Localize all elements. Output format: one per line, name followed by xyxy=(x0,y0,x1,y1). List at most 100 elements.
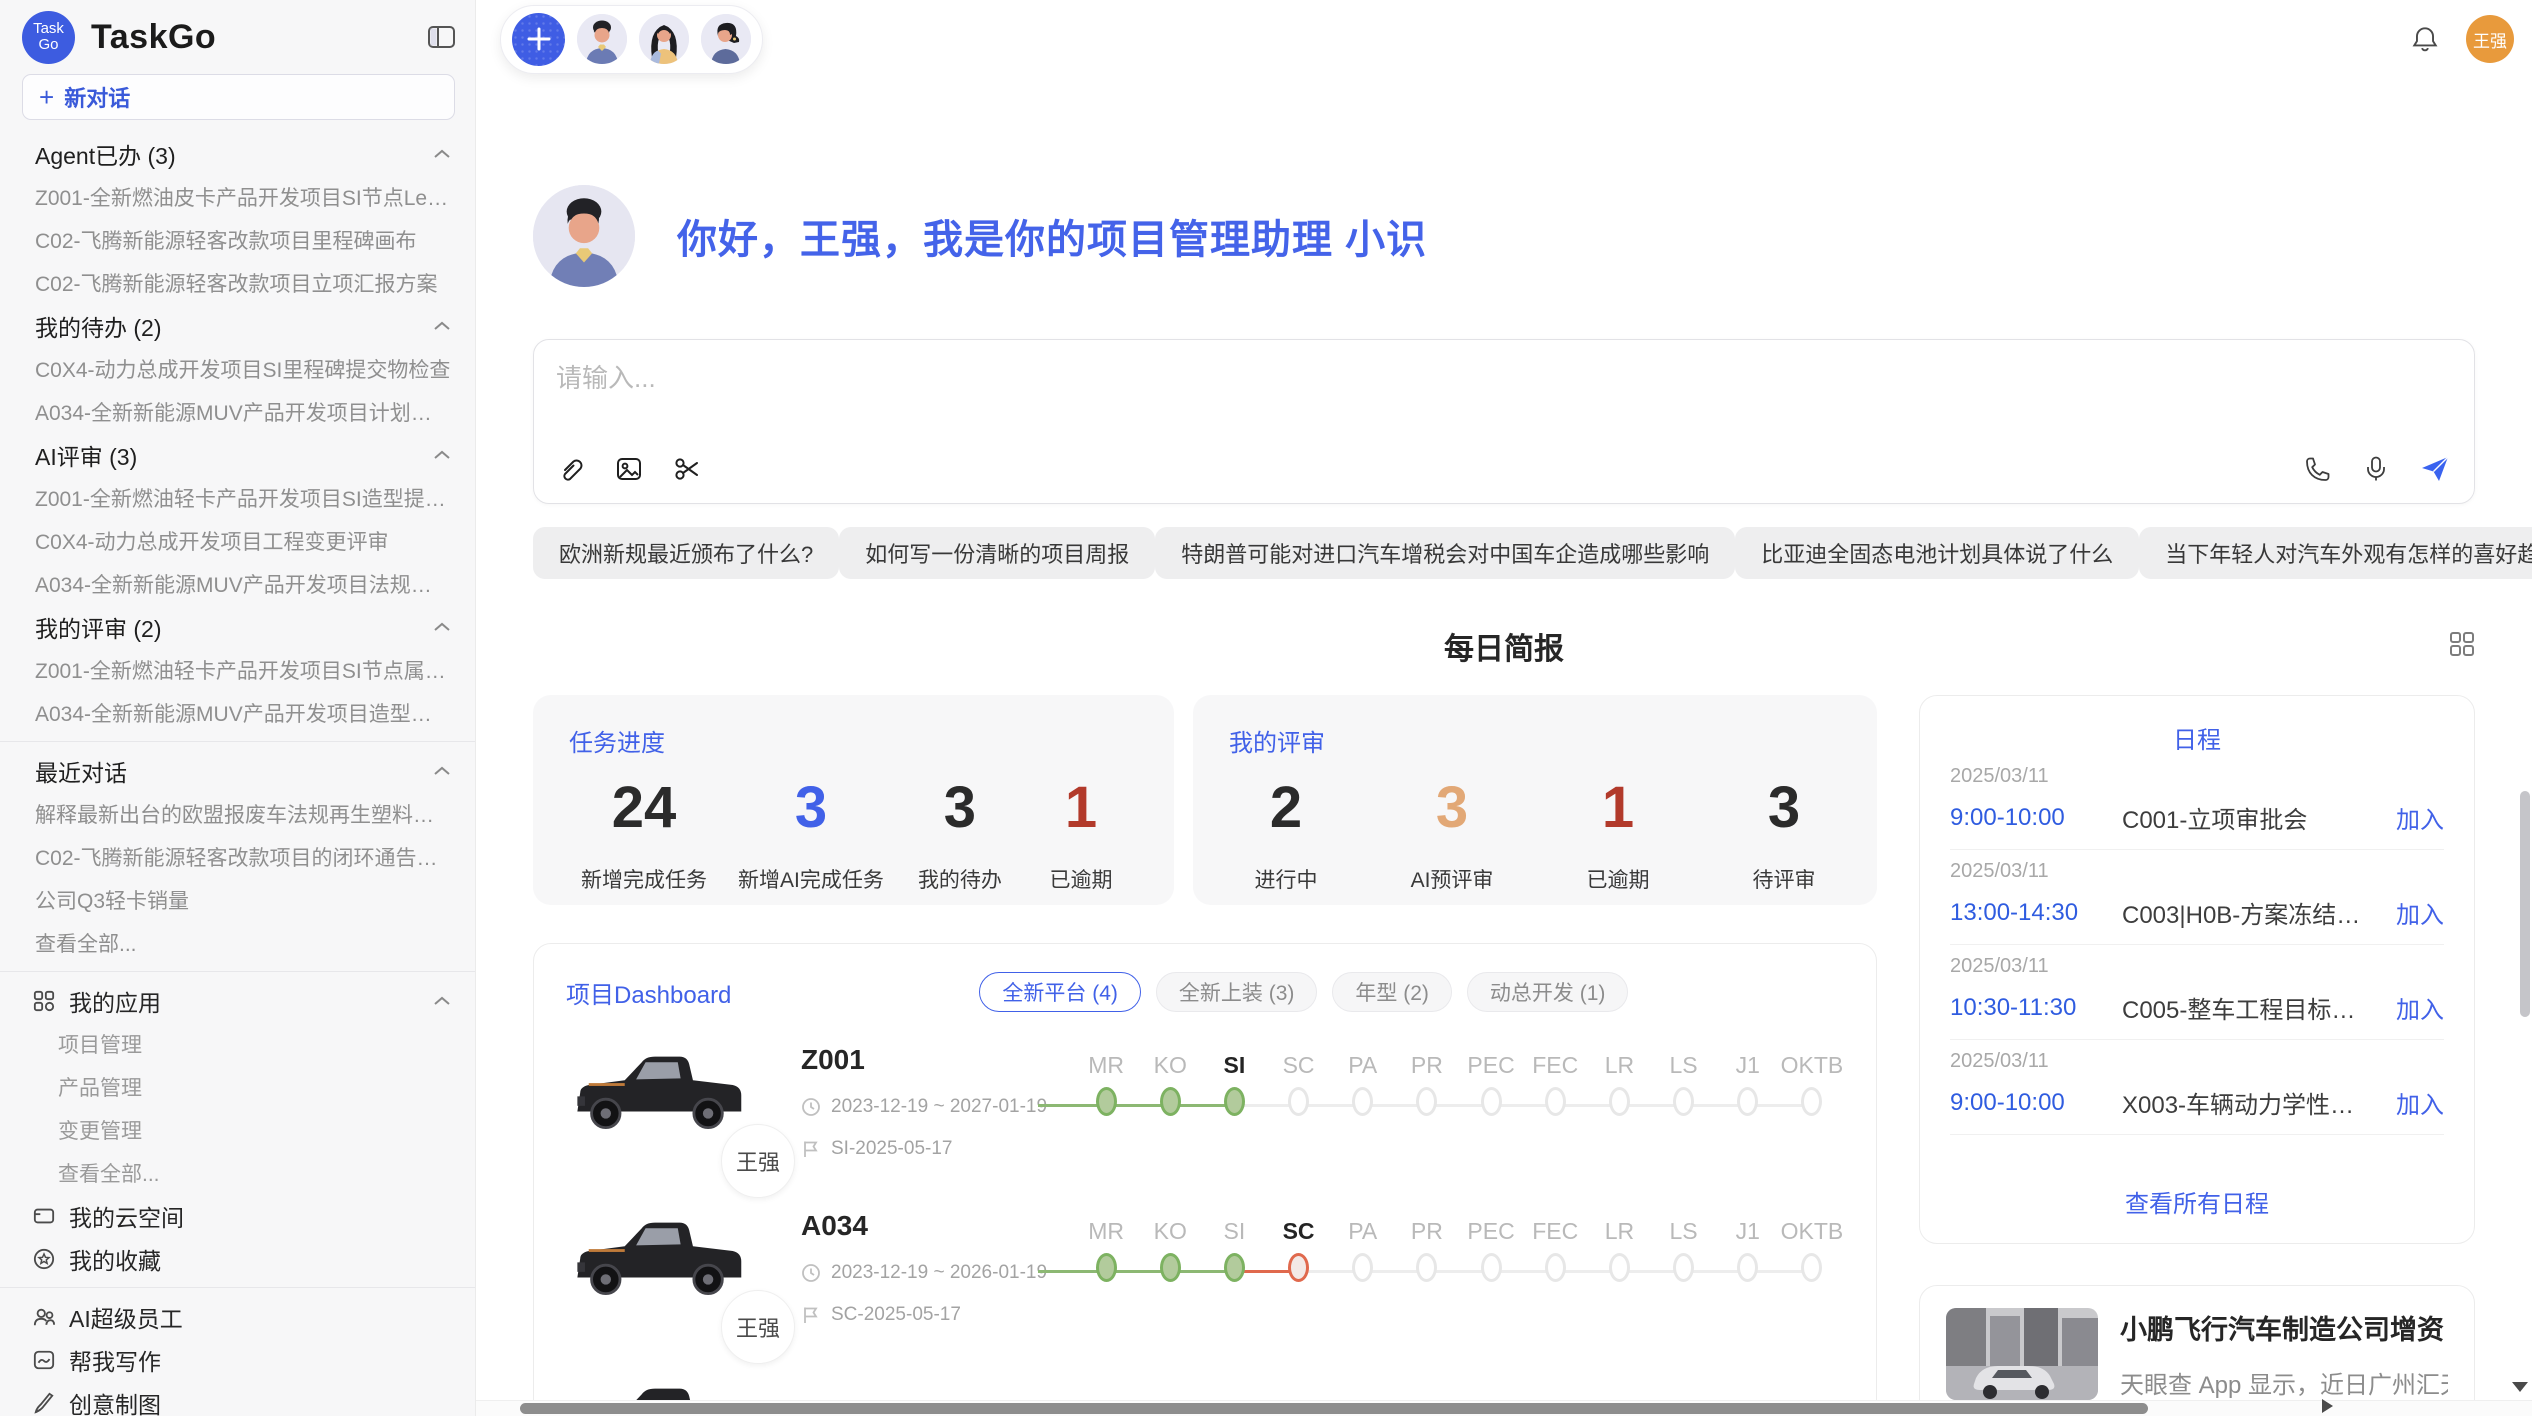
stat-my-todo: 3我的待办 xyxy=(915,776,1005,894)
panel-collapse-icon xyxy=(428,26,455,48)
suggestion-chip[interactable]: 特朗普可能对进口汽车增税会对中国车企造成哪些影响 xyxy=(1155,527,1735,579)
tab-new-platform[interactable]: 全新平台 (4) xyxy=(979,972,1141,1012)
schedule-card: 日程 2025/03/11 9:00-10:00 C001-立项审批会 加入 2… xyxy=(1919,695,2475,1244)
conversation-item[interactable]: A034-全新新能源MUV产品开发项目法规符合性评审 xyxy=(0,562,475,605)
milestone-dot xyxy=(1288,1087,1309,1116)
add-agent-button[interactable] xyxy=(512,13,565,66)
cloud-space-icon xyxy=(33,1205,55,1227)
project-row[interactable]: 王强 A034 2023-12-19 ~ 2026-01-19 SC-2025-… xyxy=(566,1202,1844,1352)
news-image xyxy=(1946,1308,2098,1400)
suggestion-chip[interactable]: 比亚迪全固态电池计划具体说了什么 xyxy=(1735,527,2139,579)
horizontal-scrollbar-thumb[interactable] xyxy=(520,1403,2148,1414)
conversation-item[interactable]: C02-飞腾新能源轻客改款项目里程碑画布 xyxy=(0,218,475,261)
divider xyxy=(0,1287,475,1288)
schedule-event: C003|H0B-方案冻结评审 xyxy=(2122,895,2378,930)
join-link[interactable]: 加入 xyxy=(2396,800,2444,835)
microphone-icon[interactable] xyxy=(2362,453,2394,485)
suggestion-chip[interactable]: 如何写一份清晰的项目周报 xyxy=(839,527,1155,579)
conversation-item[interactable]: C0X4-动力总成开发项目SI里程碑提交物检查 xyxy=(0,347,475,390)
paperclip-icon[interactable] xyxy=(556,453,588,485)
new-chat-button[interactable]: + 新对话 xyxy=(22,74,455,120)
schedule-item: 2025/03/11 13:00-14:30 C003|H0B-方案冻结评审 加… xyxy=(1950,850,2444,945)
sidebar-item-my-apps[interactable]: 我的应用 xyxy=(0,979,475,1022)
recent-conversation-item[interactable]: 公司Q3轻卡销量 xyxy=(0,878,475,921)
milestone-dot xyxy=(1352,1087,1373,1116)
section-header-recent[interactable]: 最近对话 xyxy=(0,749,475,792)
logo-text-bottom: Go xyxy=(38,37,58,53)
tab-powertrain[interactable]: 动总开发 (1) xyxy=(1467,972,1629,1012)
conversation-item[interactable]: Z001-全新燃油轻卡产品开发项目SI节点属性5D文件评审 xyxy=(0,648,475,691)
recent-conversation-item[interactable]: C02-飞腾新能源轻客改款项目的闭环通告反馈情况 xyxy=(0,835,475,878)
horizontal-scrollbar[interactable] xyxy=(476,1400,2532,1416)
sidebar-item-cloud-space[interactable]: 我的云空间 xyxy=(0,1194,475,1237)
briefing-columns: 任务进度 24新增完成任务 3新增AI完成任务 3我的待办 1已逾期 我的评审 … xyxy=(533,695,2475,1416)
schedule-date: 2025/03/11 xyxy=(1950,955,2444,978)
dashboard-title: 项目Dashboard xyxy=(566,975,731,1010)
scroll-right-arrow-icon[interactable] xyxy=(2322,1399,2333,1413)
join-link[interactable]: 加入 xyxy=(2396,990,2444,1025)
join-link[interactable]: 加入 xyxy=(2396,1085,2444,1120)
sidebar-item-project-mgmt[interactable]: 项目管理 xyxy=(0,1022,475,1065)
agent-avatar-3[interactable] xyxy=(701,14,751,64)
message-input[interactable] xyxy=(556,358,2452,418)
section-header-my-review[interactable]: 我的评审 (2) xyxy=(0,605,475,648)
sidebar-item-help-write[interactable]: 帮我写作 xyxy=(0,1338,475,1381)
dashboard-header: 项目Dashboard 全新平台 (4) 全新上装 (3) 年型 (2) 动总开… xyxy=(566,972,1844,1012)
sidebar-item-change-mgmt[interactable]: 变更管理 xyxy=(0,1108,475,1151)
section-header-agent-done[interactable]: Agent已办 (3) xyxy=(0,132,475,175)
milestone-dot xyxy=(1673,1253,1694,1282)
schedule-time: 10:30-11:30 xyxy=(1950,994,2122,1022)
view-all-schedule[interactable]: 查看所有日程 xyxy=(1950,1184,2444,1223)
sidebar-item-creative-draw[interactable]: 创意制图 xyxy=(0,1381,475,1416)
phone-icon[interactable] xyxy=(2304,453,2336,485)
app-logo: Task Go xyxy=(22,11,75,64)
conversation-item[interactable]: A034-全新新能源MUV产品开发项目造型可行性评审 xyxy=(0,691,475,734)
user-avatar[interactable]: 王强 xyxy=(2466,15,2514,63)
section-header-my-todo[interactable]: 我的待办 (2) xyxy=(0,304,475,347)
sidebar-item-ai-staff[interactable]: AI超级员工 xyxy=(0,1295,475,1338)
schedule-item: 2025/03/11 10:30-11:30 C005-整车工程目标评审 加入 xyxy=(1950,945,2444,1040)
schedule-event: C005-整车工程目标评审 xyxy=(2122,990,2378,1025)
composer-actions xyxy=(2304,453,2452,485)
milestone-dot xyxy=(1481,1253,1502,1282)
sidebar-item-favorites[interactable]: 我的收藏 xyxy=(0,1237,475,1280)
chevron-up-icon xyxy=(433,450,451,460)
project-code: Z001 xyxy=(801,1044,1056,1076)
milestone-dot xyxy=(1737,1087,1758,1116)
send-icon[interactable] xyxy=(2420,453,2452,485)
scroll-down-arrow-icon[interactable] xyxy=(2512,1382,2528,1392)
sidebar-collapse-button[interactable] xyxy=(428,26,455,48)
news-card[interactable]: 小鹏飞行汽车制造公司增资 天眼查 App 显示，近日广州汇天飞行汽... xyxy=(1919,1285,2475,1416)
recent-view-all[interactable]: 查看全部... xyxy=(0,921,475,964)
composer xyxy=(533,339,2475,504)
section-header-ai-review[interactable]: AI评审 (3) xyxy=(0,433,475,476)
grid-layout-icon[interactable] xyxy=(2449,631,2475,657)
join-link[interactable]: 加入 xyxy=(2396,895,2444,930)
schedule-date: 2025/03/11 xyxy=(1950,1050,2444,1073)
image-icon[interactable] xyxy=(614,453,646,485)
bell-icon[interactable] xyxy=(2410,24,2440,54)
apps-view-all[interactable]: 查看全部... xyxy=(0,1151,475,1194)
suggestion-chip[interactable]: 欧洲新规最近颁布了什么? xyxy=(533,527,839,579)
pen-icon xyxy=(33,1392,55,1414)
topbar: 王强 xyxy=(500,3,2514,75)
tab-new-body[interactable]: 全新上装 (3) xyxy=(1156,972,1318,1012)
sidebar-header: Task Go TaskGo xyxy=(0,0,475,64)
vertical-scrollbar-thumb[interactable] xyxy=(2520,791,2530,1017)
conversation-item[interactable]: Z001-全新燃油轻卡产品开发项目SI造型提交物评审 xyxy=(0,476,475,519)
stat-new-ai-done: 3新增AI完成任务 xyxy=(738,776,884,894)
tab-year-model[interactable]: 年型 (2) xyxy=(1332,972,1452,1012)
project-row[interactable]: 王强 Z001 2023-12-19 ~ 2027-01-19 SI-2025-… xyxy=(566,1036,1844,1186)
schedule-event: C001-立项审批会 xyxy=(2122,800,2378,835)
recent-conversation-item[interactable]: 解释最新出台的欧盟报废车法规再生塑料比例被调至15%... xyxy=(0,792,475,835)
scissors-icon[interactable] xyxy=(672,453,704,485)
conversation-item[interactable]: A034-全新新能源MUV产品开发项目计划变更表编写 xyxy=(0,390,475,433)
agent-avatar-2[interactable] xyxy=(639,14,689,64)
conversation-item[interactable]: C02-飞腾新能源轻客改款项目立项汇报方案 xyxy=(0,261,475,304)
sidebar-item-product-mgmt[interactable]: 产品管理 xyxy=(0,1065,475,1108)
suggestion-chip[interactable]: 当下年轻人对汽车外观有怎样的喜好趋势 xyxy=(2139,527,2532,579)
conversation-item[interactable]: Z001-全新燃油皮卡产品开发项目SI节点Lesson Learn报告 xyxy=(0,175,475,218)
schedule-item: 2025/03/11 9:00-10:00 C001-立项审批会 加入 xyxy=(1950,755,2444,850)
agent-avatar-1[interactable] xyxy=(577,14,627,64)
conversation-item[interactable]: C0X4-动力总成开发项目工程变更评审 xyxy=(0,519,475,562)
